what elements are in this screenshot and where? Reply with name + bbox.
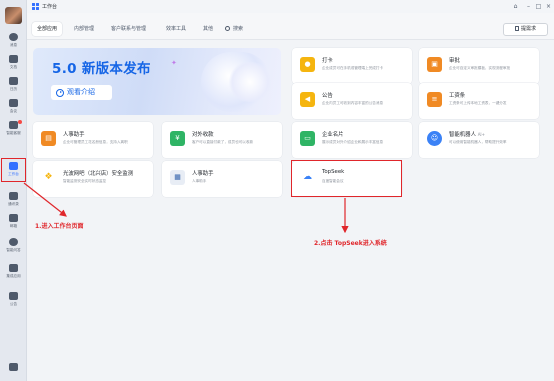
annotation-step1: 1.进入工作台页面: [35, 223, 84, 230]
annotation-step2: 2.点击 TopSeek进入系统: [314, 240, 387, 247]
annotation-arrows: [23, 182, 349, 234]
arrow-step1: [23, 182, 67, 217]
